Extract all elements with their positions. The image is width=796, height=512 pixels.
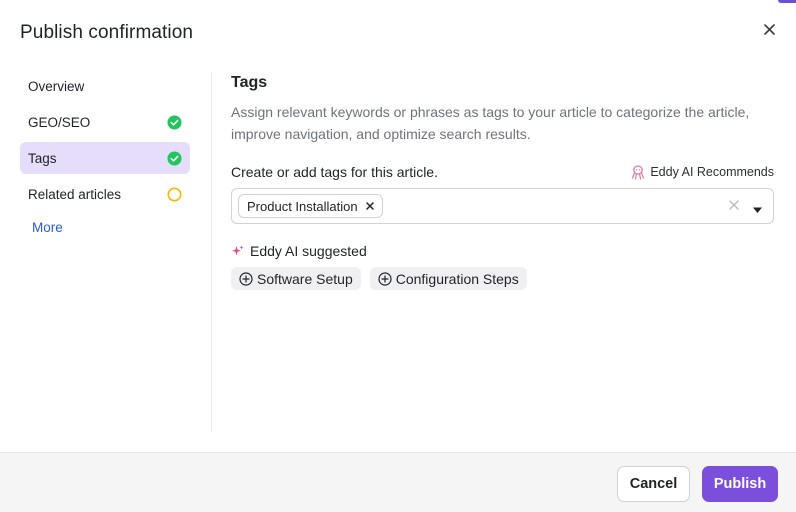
dialog-footer: Cancel Publish	[0, 452, 796, 512]
sidebar-item-tags[interactable]: Tags	[20, 142, 190, 174]
remove-tag-button[interactable]	[365, 202, 374, 210]
ai-suggested-header: Eddy AI suggested	[231, 243, 774, 259]
close-icon	[763, 23, 775, 35]
dialog-title: Publish confirmation	[20, 22, 194, 43]
suggested-tag-label: Configuration Steps	[395, 270, 519, 287]
tag-dropdown-toggle[interactable]	[752, 201, 763, 219]
suggested-tag-software-setup[interactable]: Software Setup	[231, 267, 361, 290]
eddy-ai-recommends-button[interactable]: Eddy AI Recommends	[631, 164, 774, 180]
tag-input-label: Create or add tags for this article.	[231, 164, 438, 180]
selected-tag-label: Product Installation	[247, 198, 358, 214]
cancel-button[interactable]: Cancel	[617, 466, 690, 502]
sidebar-item-overview[interactable]: Overview	[20, 70, 190, 102]
sidebar-item-label: Related articles	[28, 186, 122, 202]
sidebar-item-related-articles[interactable]: Related articles	[20, 178, 190, 210]
x-icon	[365, 202, 374, 210]
close-icon	[729, 200, 739, 210]
close-button[interactable]	[758, 18, 780, 40]
tags-panel: Tags Assign relevant keywords or phrases…	[231, 74, 774, 290]
tag-input-header: Create or add tags for this article. Edd…	[231, 164, 774, 180]
sidebar-item-label: Overview	[28, 78, 85, 94]
suggested-tag-configuration-steps[interactable]: Configuration Steps	[369, 267, 527, 290]
suggested-tag-label: Software Setup	[257, 270, 353, 287]
top-accent-bar	[778, 0, 796, 3]
selected-tag-chip: Product Installation	[238, 194, 383, 218]
suggested-tags-list: Software Setup Configuration Steps	[231, 267, 774, 290]
caret-down-icon	[753, 207, 762, 213]
sparkle-icon	[232, 245, 244, 255]
sidebar-more-link[interactable]: More	[20, 220, 190, 235]
eddy-ai-recommends-label: Eddy AI Recommends	[650, 165, 774, 179]
check-circle-icon	[167, 114, 182, 130]
sidebar-item-label: Tags	[28, 150, 57, 166]
publish-button[interactable]: Publish	[702, 466, 778, 502]
section-title: Tags	[231, 74, 268, 91]
sidebar-divider	[211, 72, 212, 432]
sidebar-nav: Overview GEO/SEO Tags Related articles M…	[20, 70, 190, 235]
octopus-icon	[632, 164, 645, 180]
ai-suggested-label: Eddy AI suggested	[250, 243, 367, 259]
sidebar-item-geo-seo[interactable]: GEO/SEO	[20, 106, 190, 138]
tag-select-input[interactable]: Product Installation	[231, 188, 774, 224]
section-description: Assign relevant keywords or phrases as t…	[231, 104, 750, 142]
sidebar-item-label: GEO/SEO	[28, 114, 91, 130]
check-circle-icon	[167, 150, 182, 166]
plus-circle-icon	[378, 271, 392, 286]
plus-circle-icon	[239, 271, 253, 286]
circle-outline-icon	[167, 187, 182, 201]
clear-tags-button[interactable]	[729, 197, 739, 215]
